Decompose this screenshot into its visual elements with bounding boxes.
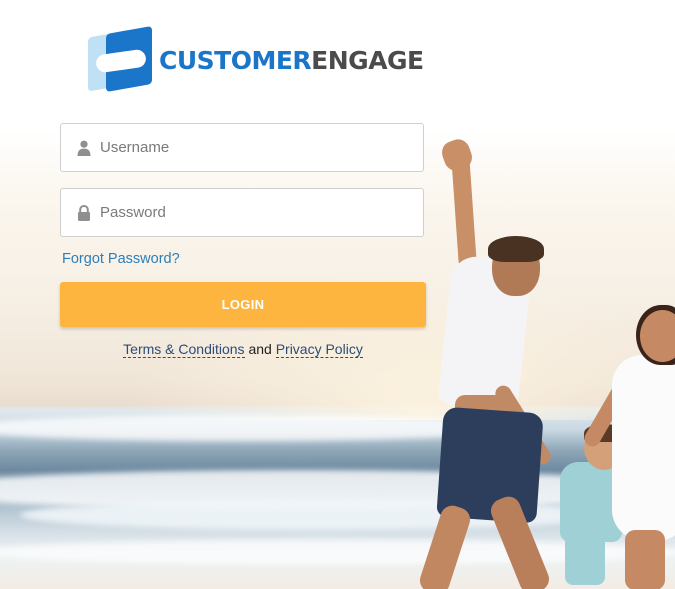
legal-conjunction: and: [248, 341, 272, 357]
username-field[interactable]: [60, 123, 424, 172]
privacy-policy-link[interactable]: Privacy Policy: [275, 341, 363, 358]
login-page: CUSTOMERENGAGE Forgot Password? LOGIN Te…: [0, 0, 675, 589]
password-field[interactable]: [60, 188, 424, 237]
user-icon: [77, 140, 91, 156]
username-input[interactable]: [100, 132, 400, 163]
brand-name-part2: ENGAGE: [311, 45, 424, 75]
forgot-password-link[interactable]: Forgot Password?: [62, 251, 180, 267]
brand-name-part1: CUSTOMER: [159, 45, 312, 75]
handshake-icon: [88, 25, 154, 93]
login-button[interactable]: LOGIN: [60, 282, 426, 327]
brand-logo: CUSTOMERENGAGE: [88, 25, 424, 93]
lock-icon: [77, 204, 91, 221]
legal-links: Terms & Conditions and Privacy Policy: [60, 341, 426, 358]
password-input[interactable]: [100, 197, 400, 228]
brand-name: CUSTOMERENGAGE: [159, 46, 424, 75]
terms-link[interactable]: Terms & Conditions: [123, 341, 245, 358]
